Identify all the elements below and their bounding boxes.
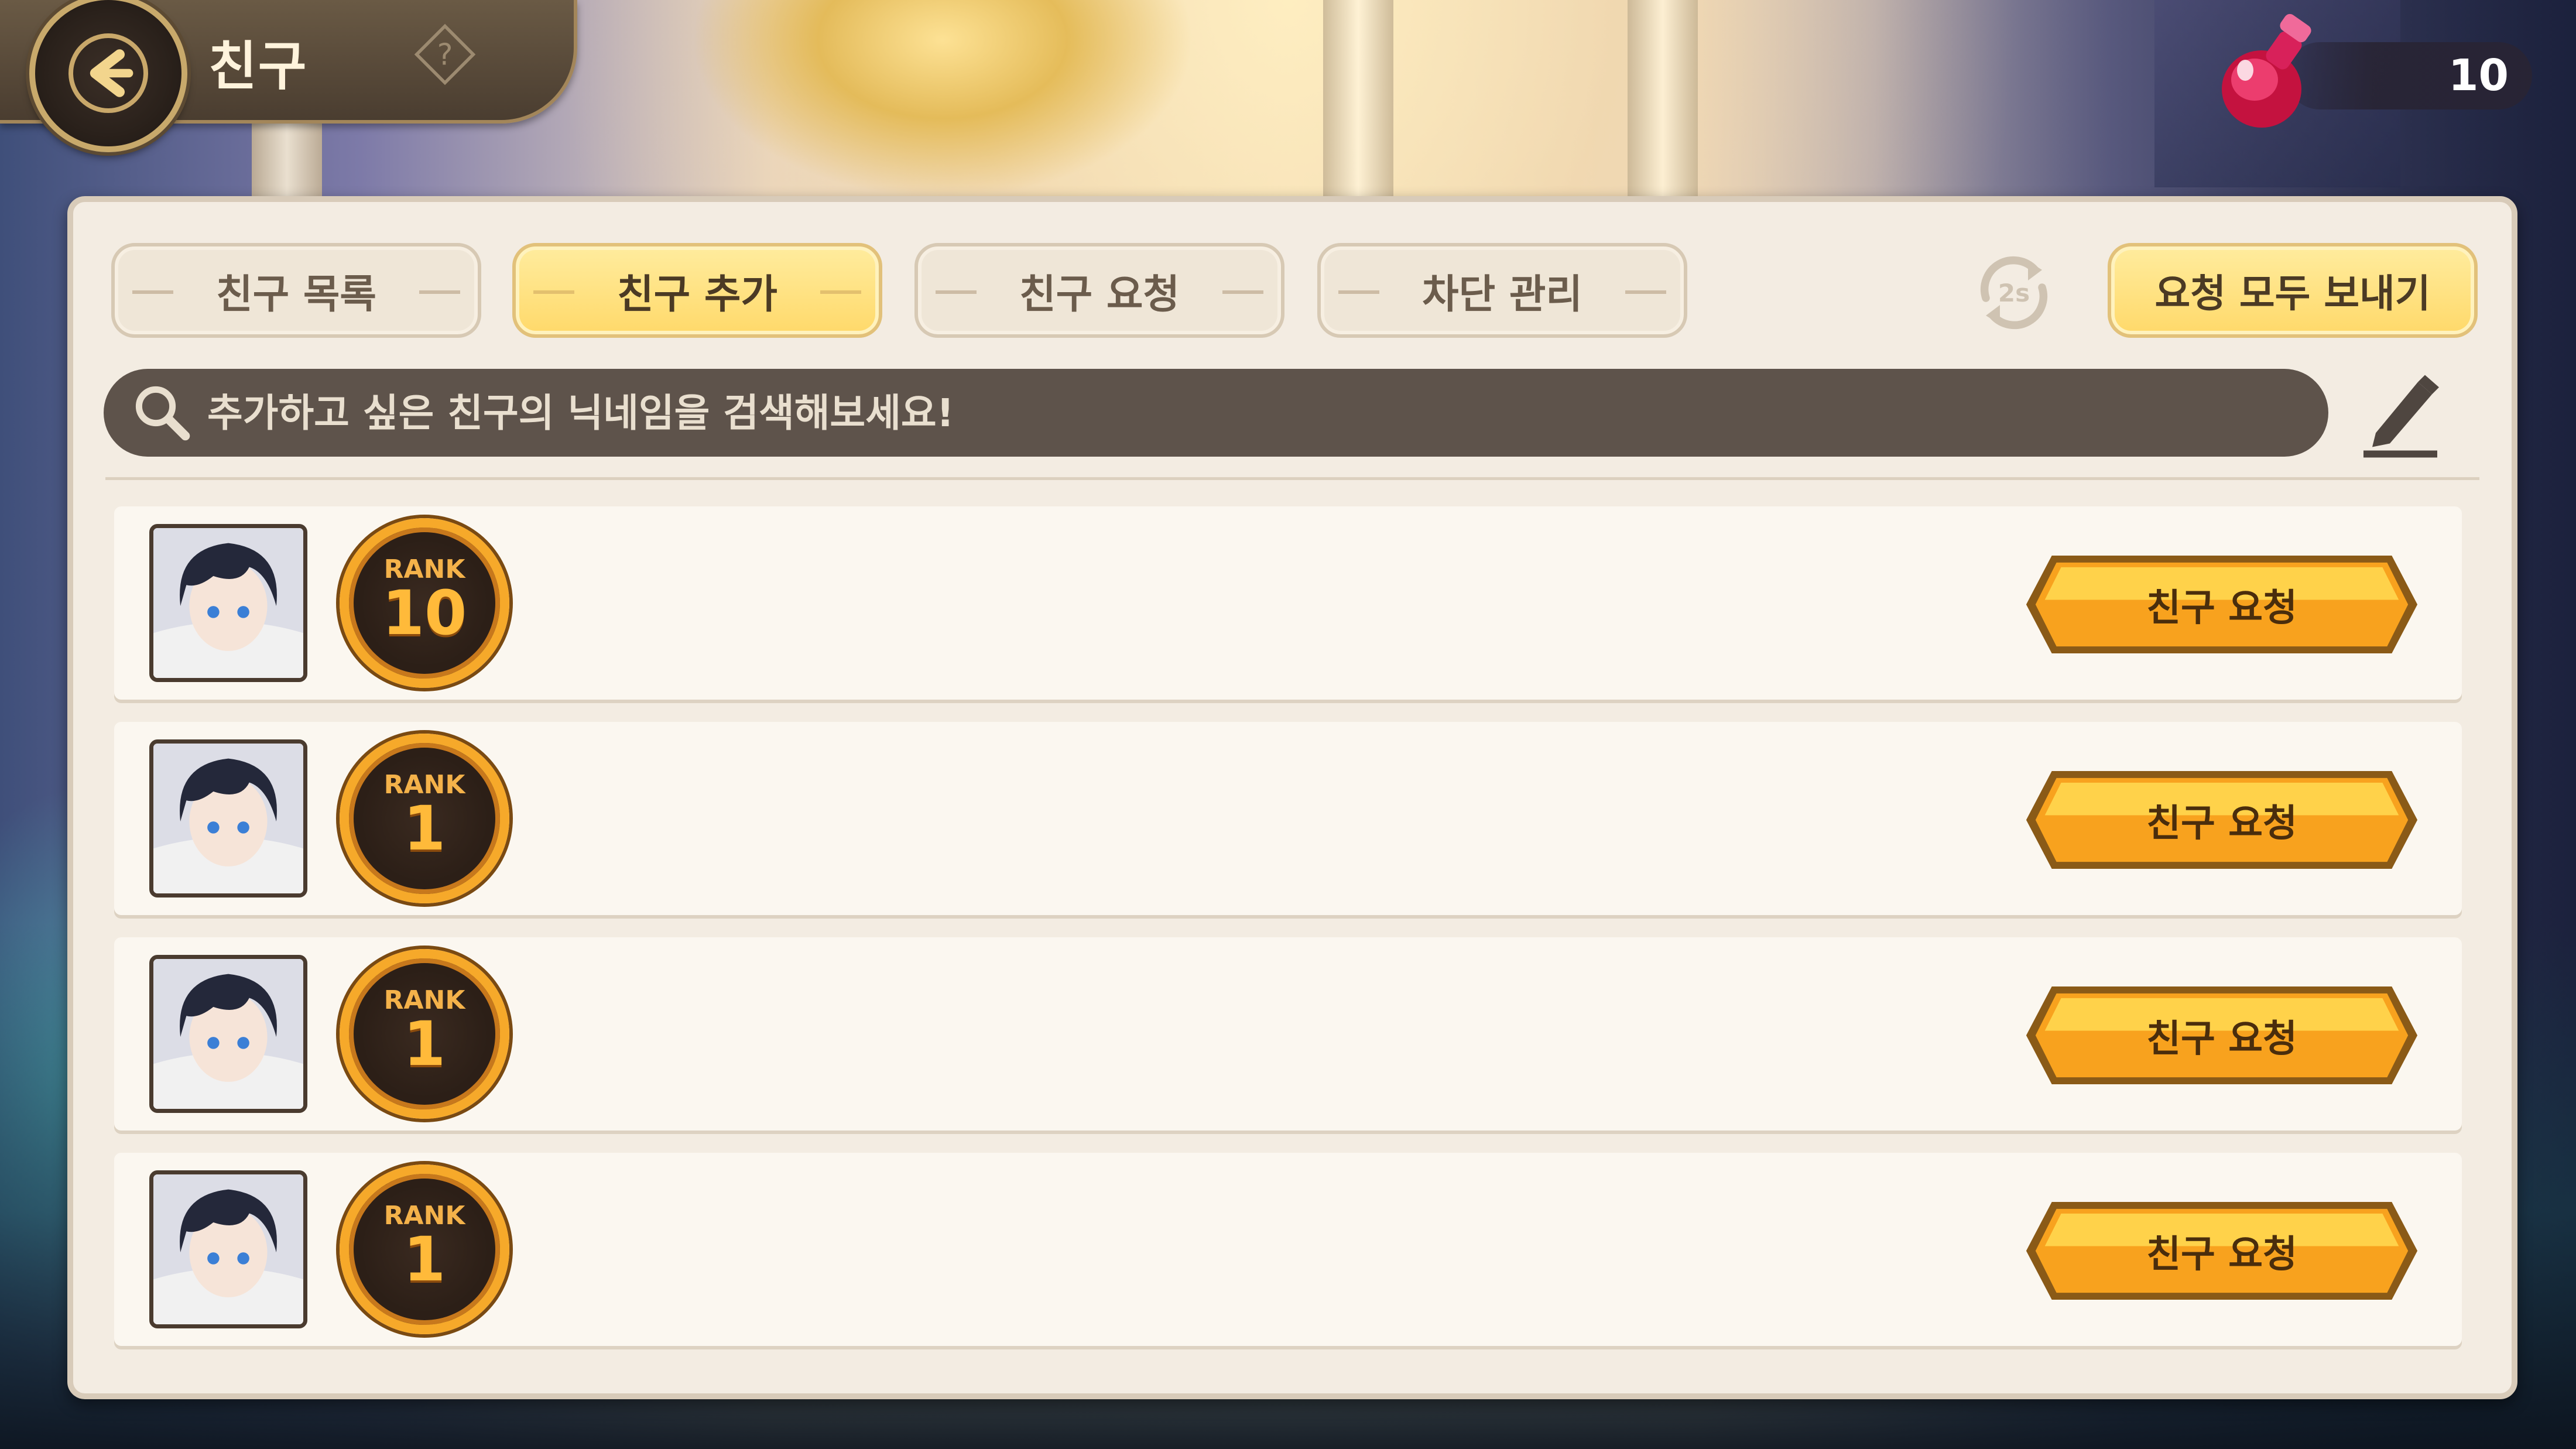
currency-value: 10 [2448,50,2509,101]
tab-decoration [419,290,460,294]
pencil-icon[interactable] [2356,366,2444,460]
background-pillar [1323,0,1393,199]
tab-decoration [1222,290,1263,294]
tab-block-management[interactable]: 차단 관리 [1317,243,1687,338]
rank-value: 1 [403,1224,446,1295]
rank-badge: RANK 1 [340,1164,509,1334]
tab-label: 친구 추가 [617,271,777,318]
character-portrait-icon [153,959,303,1109]
friend-request-label: 친구 요청 [2146,801,2297,845]
rank-badge: RANK 1 [340,949,509,1119]
refresh-cooldown: 2s [1998,279,2030,307]
divider [105,477,2479,480]
list-item: RANK 1 친구 요청 [114,1153,2462,1346]
search-input[interactable] [206,389,2328,436]
svg-text:?: ? [437,37,453,72]
send-all-requests-button[interactable]: 요청 모두 보내기 [2108,243,2478,338]
back-arrow-icon [68,33,148,113]
rank-badge: RANK 10 [340,518,509,688]
friend-list: RANK 10 친구 요청 RANK 1 친구 요청 RANK 1 친구 요청 … [114,506,2462,1368]
rank-value: 10 [382,577,467,649]
question-mark-icon[interactable]: ? [413,22,477,87]
back-button[interactable] [29,0,187,152]
rank-badge: RANK 1 [340,734,509,903]
friend-request-button[interactable]: 친구 요청 [2023,553,2421,656]
search-bar [104,369,2328,457]
avatar[interactable] [149,524,307,682]
friends-panel: 친구 목록 친구 추가 친구 요청 차단 관리 2s 요청 모두 보내기 추가하… [67,196,2517,1399]
list-item: RANK 10 친구 요청 [114,506,2462,700]
tab-decoration [533,290,574,294]
friend-request-label: 친구 요청 [2146,1017,2297,1061]
friend-request-button[interactable]: 친구 요청 [2023,769,2421,871]
list-item: RANK 1 친구 요청 [114,722,2462,915]
avatar[interactable] [149,1170,307,1328]
rank-value: 1 [403,1008,446,1080]
tab-label: 차단 관리 [1422,271,1582,318]
tab-decoration [1338,290,1379,294]
refresh-icon[interactable]: 2s [1970,249,2058,337]
tab-decoration [1625,290,1666,294]
avatar[interactable] [149,955,307,1113]
potion-icon [2222,13,2311,128]
tab-decoration [820,290,861,294]
tab-friend-requests[interactable]: 친구 요청 [914,243,1284,338]
friend-request-button[interactable]: 친구 요청 [2023,984,2421,1087]
friend-request-button[interactable]: 친구 요청 [2023,1200,2421,1302]
character-portrait-icon [153,744,303,893]
tab-label: 친구 목록 [216,271,376,318]
rank-value: 1 [403,793,446,864]
tab-decoration [132,290,173,294]
tab-decoration [936,290,977,294]
character-portrait-icon [153,528,303,678]
tab-add-friend[interactable]: 친구 추가 [512,243,882,338]
tab-friend-list[interactable]: 친구 목록 [111,243,481,338]
avatar[interactable] [149,739,307,898]
page-title: 친구 [208,36,308,97]
character-portrait-icon [153,1174,303,1324]
search-icon [135,386,190,441]
friend-request-label: 친구 요청 [2146,586,2297,630]
friend-request-label: 친구 요청 [2146,1232,2297,1276]
background-ornament [691,0,1194,199]
tab-label: 친구 요청 [1019,271,1180,318]
background-pillar [1628,0,1698,199]
list-item: RANK 1 친구 요청 [114,937,2462,1131]
